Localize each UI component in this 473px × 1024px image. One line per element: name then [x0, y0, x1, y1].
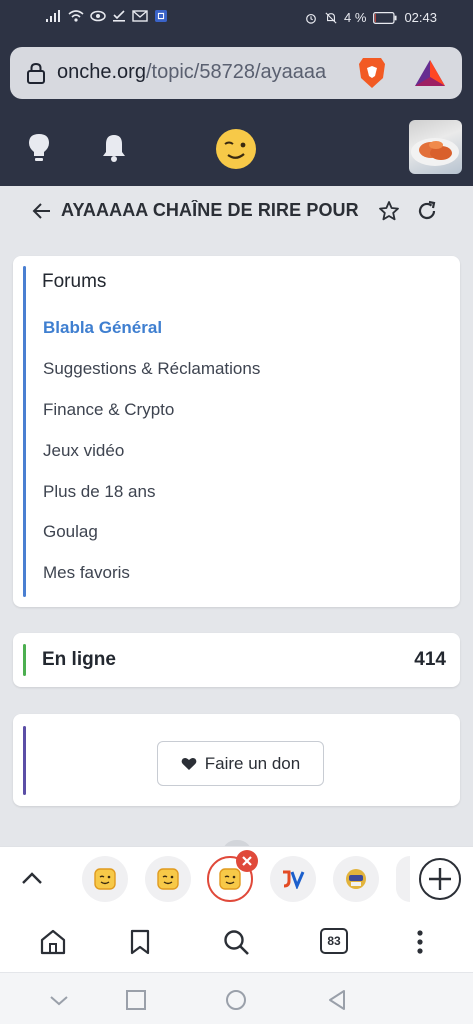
- mail-icon: [132, 10, 148, 22]
- url-text[interactable]: onche.org/topic/58728/ayaaaa: [57, 61, 347, 85]
- forum-link-goulag[interactable]: Goulag: [43, 522, 98, 542]
- back-triangle-icon[interactable]: [326, 989, 348, 1011]
- tab-partial[interactable]: [396, 856, 410, 902]
- more-vertical-icon[interactable]: [406, 928, 434, 956]
- wifi-icon: [68, 10, 84, 22]
- mute-bell-icon: [325, 11, 337, 24]
- alarm-icon: [306, 13, 316, 24]
- donate-label: Faire un don: [204, 753, 301, 773]
- donate-accent-bar: [23, 726, 26, 795]
- close-icon: [242, 856, 252, 866]
- site-header: [0, 112, 473, 186]
- status-icons-right: 4 % 02:43: [304, 10, 437, 25]
- tab-close-button[interactable]: [236, 850, 258, 872]
- recents-square-icon[interactable]: [125, 989, 147, 1011]
- forum-link-blabla-general[interactable]: Blabla Général: [43, 318, 162, 338]
- bell-icon[interactable]: [100, 132, 128, 162]
- bookmark-icon[interactable]: [126, 928, 154, 956]
- refresh-icon[interactable]: [416, 200, 438, 222]
- lock-icon[interactable]: [25, 62, 47, 84]
- onche-favicon-icon: [94, 868, 116, 890]
- forum-link-finance-crypto[interactable]: Finance & Crypto: [43, 400, 174, 420]
- signal-icon: [46, 10, 60, 22]
- online-count: 414: [414, 649, 446, 670]
- browser-toolbar: onche.org/topic/58728/ayaaaa: [0, 36, 473, 112]
- topic-title[interactable]: AYAAAAA CHAÎNE DE RIRE POUR: [61, 200, 364, 224]
- donate-button[interactable]: Faire un don: [157, 741, 324, 786]
- eye-icon: [90, 10, 106, 22]
- tab-mascot[interactable]: [333, 856, 379, 902]
- status-icons-left: [46, 10, 168, 22]
- avatar-food-image: [411, 138, 459, 166]
- tab-strip-fade: [60, 856, 82, 902]
- heart-icon: [181, 757, 197, 770]
- tab-jv[interactable]: [270, 856, 316, 902]
- chevron-up-icon[interactable]: [20, 868, 44, 888]
- forum-link-mes-favoris[interactable]: Mes favoris: [43, 563, 130, 583]
- new-tab-button[interactable]: [419, 858, 461, 900]
- forum-link-jeux-video[interactable]: Jeux vidéo: [43, 441, 124, 461]
- browser-bottom-toolbar: 83: [0, 914, 473, 972]
- download-done-icon: [113, 10, 125, 22]
- address-bar[interactable]: onche.org/topic/58728/ayaaaa: [10, 47, 462, 99]
- battery-percent: 4 %: [344, 10, 367, 25]
- home-circle-icon[interactable]: [225, 989, 247, 1011]
- tab-onche-1[interactable]: [82, 856, 128, 902]
- app-notification-icon: [155, 10, 167, 22]
- mascot-favicon-icon: [346, 869, 366, 889]
- brave-shields-icon[interactable]: [357, 56, 387, 90]
- chevron-down-icon[interactable]: [48, 989, 70, 1011]
- online-accent-bar: [23, 644, 26, 676]
- donate-card: Faire un don: [13, 714, 460, 806]
- status-bar: 4 % 02:43: [0, 0, 473, 36]
- tab-count-button[interactable]: 83: [320, 928, 348, 954]
- forums-heading: Forums: [42, 271, 107, 292]
- url-host: onche.org: [57, 61, 146, 83]
- url-path: /topic/58728/ayaaaa: [145, 61, 327, 83]
- home-icon[interactable]: [39, 928, 67, 956]
- forums-accent-bar: [23, 266, 26, 597]
- plus-icon: [429, 868, 451, 890]
- topic-title-bar: AYAAAAA CHAÎNE DE RIRE POUR: [0, 186, 473, 236]
- avatar[interactable]: [409, 120, 462, 174]
- back-arrow-icon[interactable]: [32, 202, 52, 220]
- onche-favicon-icon: [157, 868, 179, 890]
- star-icon[interactable]: [378, 200, 400, 222]
- lightbulb-icon[interactable]: [25, 132, 53, 162]
- online-card: En ligne 414: [13, 633, 460, 687]
- forums-card: Forums Blabla Général Suggestions & Récl…: [13, 256, 460, 607]
- jv-favicon-icon: [283, 870, 305, 889]
- forum-link-suggestions[interactable]: Suggestions & Réclamations: [43, 359, 260, 379]
- search-icon[interactable]: [222, 928, 250, 956]
- tab-onche-2[interactable]: [145, 856, 191, 902]
- forum-link-plus-18[interactable]: Plus de 18 ans: [43, 482, 155, 502]
- brave-rewards-icon[interactable]: [414, 59, 446, 87]
- clock: 02:43: [404, 10, 437, 25]
- system-nav-bar: [0, 972, 473, 1024]
- battery-icon: [373, 11, 397, 24]
- onche-logo-icon[interactable]: [215, 128, 257, 170]
- online-label: En ligne: [42, 649, 116, 670]
